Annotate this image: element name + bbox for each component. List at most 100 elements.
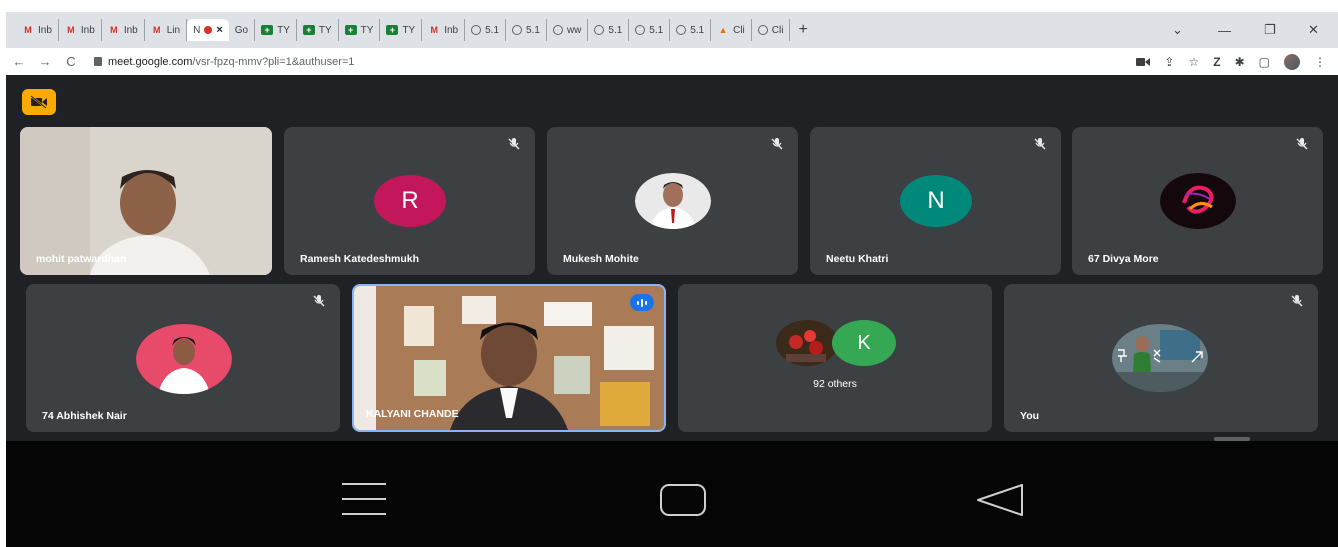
globe-icon [594, 25, 605, 35]
mic-off-icon [313, 295, 325, 307]
mic-off-icon [771, 138, 783, 150]
tab-meet[interactable]: Go [12, 19, 256, 97]
meet-stage: mohit patwardhan R Ramesh Katedeshmukh M… [6, 75, 1338, 441]
participant-tile-neetu[interactable]: N Neetu Khatri [810, 127, 1061, 275]
android-navigation-bar [6, 441, 1338, 547]
tab-gmail-5[interactable]: M Inb [422, 19, 466, 41]
globe-icon [552, 25, 563, 35]
participant-tile-mohit[interactable]: mohit patwardhan [20, 127, 272, 275]
new-tab-button[interactable]: + [798, 21, 807, 39]
tab-web-6[interactable]: 5.1 [670, 19, 712, 41]
url-path: /vsr-fpzq-mmv?pli=1&authuser=1 [192, 55, 355, 68]
mic-off-icon [1034, 138, 1046, 150]
avatar [136, 324, 232, 394]
tab-meet-active[interactable]: N × [187, 19, 229, 41]
avatar: K [832, 320, 896, 366]
participant-name: 67 Divya More [1088, 253, 1159, 265]
tab-gmail-1[interactable]: M Inb [16, 19, 59, 41]
avatar: R [374, 175, 446, 227]
clip-icon: ▲ [718, 25, 728, 35]
url-host: meet.google.com [108, 55, 193, 68]
recents-icon[interactable] [342, 481, 386, 517]
tab-sheet-4[interactable]: + TY [380, 19, 423, 41]
share-icon[interactable]: ⇪ [1164, 55, 1174, 69]
participant-tile-others[interactable]: K 92 others [678, 284, 992, 432]
speaking-indicator-icon [630, 294, 654, 311]
participant-tile-ramesh[interactable]: R Ramesh Katedeshmukh [284, 127, 535, 275]
close-window-button[interactable]: ✕ [1308, 12, 1319, 48]
globe-icon [676, 25, 687, 35]
sheets-icon: + [386, 25, 399, 35]
participant-name: Neetu Khatri [826, 253, 889, 265]
tab-strip: M Inb M Inb M Inb M Lin N × Go + TY + TY + TY + T… [6, 12, 1338, 97]
tab-sheet-1[interactable]: + TY [255, 19, 297, 41]
sidebar-icon[interactable]: ▢ [1259, 55, 1270, 69]
profile-avatar[interactable] [1284, 53, 1300, 70]
participant-name: KALYANI CHANDE [366, 408, 459, 420]
tab-gmail-3[interactable]: M Inb [102, 19, 145, 41]
star-icon[interactable]: ☆ [1188, 55, 1199, 69]
back-icon[interactable] [976, 483, 1024, 517]
tab-clip-1[interactable]: ▲ Cli [711, 19, 752, 41]
gmail-icon: M [430, 25, 438, 35]
recording-icon [204, 26, 213, 34]
participant-tile-abhishek[interactable]: 74 Abhishek Nair [26, 284, 340, 432]
tab-gmail-4[interactable]: M Lin [145, 19, 188, 41]
tab-search-button[interactable]: ⌄ [1172, 12, 1183, 48]
url-field[interactable]: meet.google.com/vsr-fpzq-mmv?pli=1&authu… [94, 56, 354, 68]
participant-tile-divya[interactable]: 67 Divya More [1072, 127, 1323, 275]
tab-sheet-2[interactable]: + TY [297, 19, 339, 41]
tab-web-3[interactable]: ww [547, 19, 589, 41]
gmail-icon: M [67, 25, 75, 35]
tab-clip-2[interactable]: Cli [752, 19, 791, 41]
avatar: N [900, 175, 972, 227]
mic-off-icon [1291, 295, 1303, 307]
forward-button[interactable]: → [32, 54, 58, 69]
participant-tile-self[interactable]: You [1004, 284, 1318, 432]
globe-icon [512, 25, 523, 35]
mic-off-icon [508, 138, 520, 150]
participant-name: mohit patwardhan [36, 253, 127, 265]
tab-gmail-2[interactable]: M Inb [59, 19, 102, 41]
tab-close-button[interactable]: × [216, 24, 222, 36]
gmail-icon: M [24, 25, 32, 35]
camera-off-icon [30, 95, 47, 109]
mic-off-icon [1296, 138, 1308, 150]
gmail-icon: M [110, 25, 118, 35]
sheets-icon: + [261, 25, 274, 35]
tab-sheet-3[interactable]: + TY [339, 19, 381, 41]
restore-button[interactable]: ❐ [1264, 12, 1276, 48]
tab-web-5[interactable]: 5.1 [629, 19, 671, 41]
address-bar: ← → C meet.google.com/vsr-fpzq-mmv?pli=1… [6, 48, 1338, 75]
self-view-controls [1118, 349, 1203, 363]
participant-tile-kalyani[interactable]: KALYANI CHANDE [352, 284, 666, 432]
extension-z-icon[interactable]: Z [1213, 55, 1220, 69]
participant-name: Mukesh Mohite [563, 253, 639, 265]
top-margin [0, 0, 1338, 12]
avatar [635, 173, 711, 229]
tab-web-4[interactable]: 5.1 [588, 19, 630, 41]
others-count-label: 92 others [813, 378, 857, 390]
group-avatar-photo [776, 320, 838, 366]
tab-web-1[interactable]: 5.1 [465, 19, 507, 41]
reload-button[interactable]: C [58, 54, 84, 69]
back-button[interactable]: ← [6, 54, 32, 69]
globe-icon [757, 25, 768, 35]
participant-tile-mukesh[interactable]: Mukesh Mohite [547, 127, 798, 275]
globe-icon [635, 25, 646, 35]
camera-icon[interactable] [1136, 57, 1151, 67]
sheets-icon: + [302, 25, 315, 35]
browser-toolbar: ⇪ ☆ Z ✱ ▢ ⋮ [1136, 48, 1326, 75]
sheets-icon: + [344, 25, 357, 35]
camera-off-indicator[interactable] [22, 89, 56, 115]
more-menu-icon[interactable]: ⋮ [1314, 55, 1326, 69]
participant-name: You [1020, 410, 1040, 422]
tab-web-2[interactable]: 5.1 [506, 19, 547, 41]
lock-icon [94, 57, 102, 66]
participant-name: 74 Abhishek Nair [42, 410, 127, 422]
avatar [1160, 173, 1236, 229]
home-icon[interactable] [660, 484, 706, 516]
minimize-button[interactable]: — [1218, 12, 1231, 48]
puzzle-icon[interactable]: ✱ [1235, 55, 1245, 69]
globe-icon [471, 25, 482, 35]
